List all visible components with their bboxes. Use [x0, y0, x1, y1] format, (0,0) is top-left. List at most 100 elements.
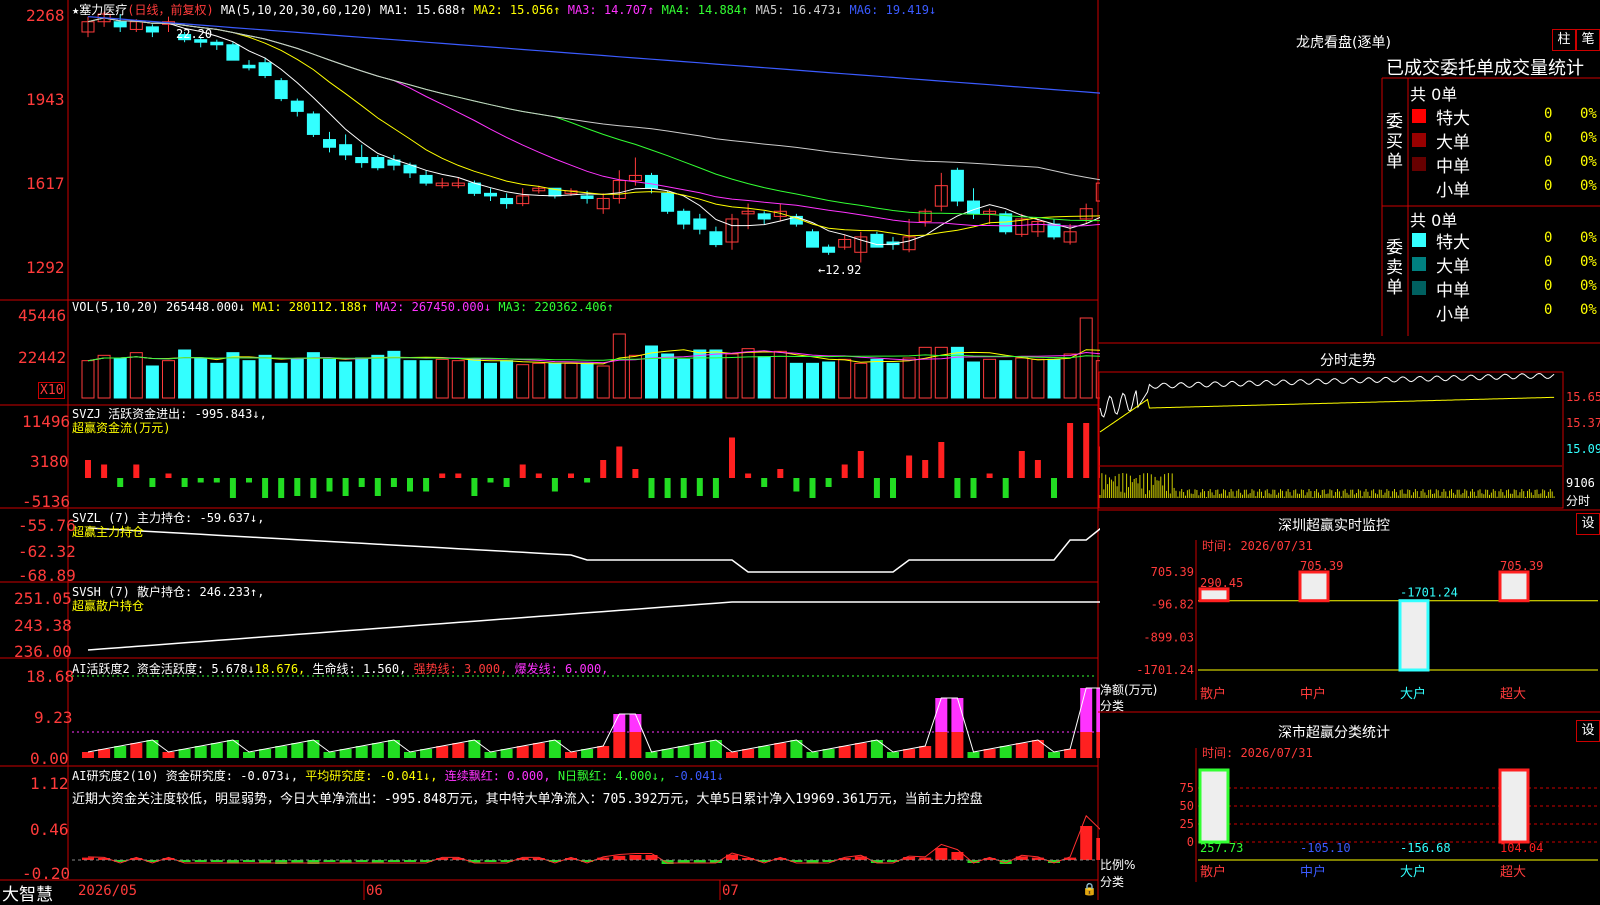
intraday-chart[interactable] — [1098, 372, 1562, 510]
buy-row-pct-0: 0% — [1580, 106, 1597, 122]
candle-body — [306, 113, 320, 135]
ai-activity-bar — [516, 746, 529, 758]
volume-bar — [725, 353, 739, 399]
ai-activity-bar — [210, 743, 223, 758]
ai2-v2: 平均研究度: -0.041↓, — [305, 769, 438, 783]
ai-activity-bars — [72, 675, 1100, 758]
candle-body — [1047, 223, 1061, 238]
ai-activity-bar — [323, 752, 336, 758]
candle-body — [419, 174, 433, 184]
candle-body — [999, 213, 1013, 233]
ai-activity-bar — [259, 749, 272, 758]
volume-bar — [1031, 358, 1045, 399]
ma-line-20 — [87, 17, 1100, 227]
volume-bar — [870, 358, 884, 399]
volume-bar — [1015, 357, 1029, 399]
sell-row-qty-1: 0 — [1544, 254, 1553, 270]
monitor-bar-chart: 705.39 -96.82 -899.03 -1701.24 290.45 散户 705.3… — [1136, 559, 1598, 702]
svsh-tick-1: 243.38 — [14, 616, 72, 635]
volume-bar — [113, 357, 127, 399]
ai-activity-bar — [452, 743, 465, 758]
ma-line-120 — [87, 16, 1100, 94]
volume-ma-10 — [87, 350, 1100, 364]
svzj-bar — [1067, 423, 1074, 478]
svzj-bar — [358, 478, 365, 487]
monitor-value-1: 705.39 — [1300, 559, 1343, 573]
lock-icon[interactable]: 🔒 — [1082, 882, 1097, 896]
candle-body — [580, 195, 594, 199]
svzj-tick-1: 3180 — [30, 452, 69, 471]
ma-legend-2: MA2: 15.056↑ — [473, 3, 568, 17]
candle-body — [950, 169, 964, 202]
volume-bar — [983, 358, 997, 399]
ai1-tick-0: 18.68 — [26, 667, 75, 686]
ai-activity-bar — [371, 743, 384, 758]
ai-activity-bar — [130, 743, 143, 758]
volume-bar — [403, 360, 417, 399]
ma-legend: MA1: 15.688↑ MA2: 15.056↑ MA3: 14.707↑ M… — [380, 3, 936, 17]
ai-activity-bar — [967, 752, 980, 758]
svzj-tick-2: -5136 — [22, 492, 71, 511]
ai-activity-bar — [1080, 732, 1093, 758]
svsh-line — [87, 601, 1100, 651]
svzj-bar — [439, 473, 446, 478]
volume-bar — [81, 360, 95, 399]
volume-bar — [854, 362, 868, 399]
ai-activity-bar — [645, 752, 658, 758]
ai2-v5: -0.041↓ — [673, 769, 724, 783]
volume-bar — [773, 350, 787, 399]
kline-chart-area[interactable] — [0, 0, 1100, 900]
sell-row-qty-3: 0 — [1544, 302, 1553, 318]
volume-bar — [532, 362, 546, 399]
buy-row-swatch-0 — [1412, 109, 1426, 123]
ma-legend-5: MA5: 16.473↓ — [755, 3, 850, 17]
svzj-bar — [1083, 423, 1090, 478]
ma-line-30 — [87, 17, 1100, 222]
buy-row-pct-2: 0% — [1580, 154, 1597, 170]
intraday-vol: 9106 — [1566, 476, 1595, 490]
ai-activity-bar — [114, 746, 127, 758]
svzj-bar — [1051, 478, 1057, 498]
date-month-07: 07 — [722, 883, 739, 899]
svzj-bar — [890, 478, 896, 498]
ai1-tick-2: 0.00 — [30, 749, 69, 768]
volume-bar — [564, 362, 578, 399]
svzj-bar — [616, 446, 623, 478]
candle-body — [500, 197, 514, 205]
svzj-bar — [857, 451, 864, 478]
svzj-bar — [503, 478, 510, 487]
vol-ma3: MA3: 220362.406↑ — [498, 300, 614, 314]
intraday-price-2: 15.09 — [1566, 442, 1600, 456]
ai-activity-bar — [854, 743, 867, 758]
ai-activity-bar-top — [935, 698, 948, 732]
svzj-bar — [117, 478, 124, 487]
ai2-tick-1: 0.46 — [30, 820, 69, 839]
volume-bar — [693, 349, 707, 399]
volume-bar — [999, 360, 1013, 399]
monitor-ytick-3: -1701.24 — [1136, 663, 1194, 677]
volume-bar — [580, 362, 594, 399]
ma-legend-3: MA3: 14.707↑ — [567, 3, 662, 17]
sell-row-name-1: 大单 — [1436, 257, 1470, 277]
ai-activity-bar — [983, 749, 996, 758]
volume-bar — [242, 360, 256, 399]
sell-row-name-2: 中单 — [1436, 281, 1470, 301]
volume-bar — [323, 358, 336, 399]
volume-bar — [467, 358, 481, 399]
ai-activity-bar — [661, 749, 674, 758]
vol-tick-1: 22442 — [18, 348, 67, 367]
ai1-header: AI活跃度2 资金活跃度: 5.678↓18.676, 生命线: 1.560, … — [72, 660, 608, 677]
classify-ylabel: 比例% — [1100, 858, 1136, 872]
ai-activity-bar — [420, 749, 433, 758]
classify-value-3: 104.04 — [1500, 841, 1543, 855]
candle-body — [661, 192, 675, 212]
svzj-bar — [262, 478, 269, 498]
sell-row-swatch-1 — [1412, 257, 1426, 271]
candle-body — [274, 80, 288, 100]
buy-total: 共 0单 — [1410, 85, 1458, 104]
ai-activity-bar — [806, 752, 819, 758]
ai2-label: AI研究度2(10) 资金研究度: -0.073↓, — [72, 769, 299, 783]
svzj-bar — [777, 469, 784, 478]
ai-activity-bar — [677, 746, 690, 758]
svzj-bar — [970, 478, 977, 498]
